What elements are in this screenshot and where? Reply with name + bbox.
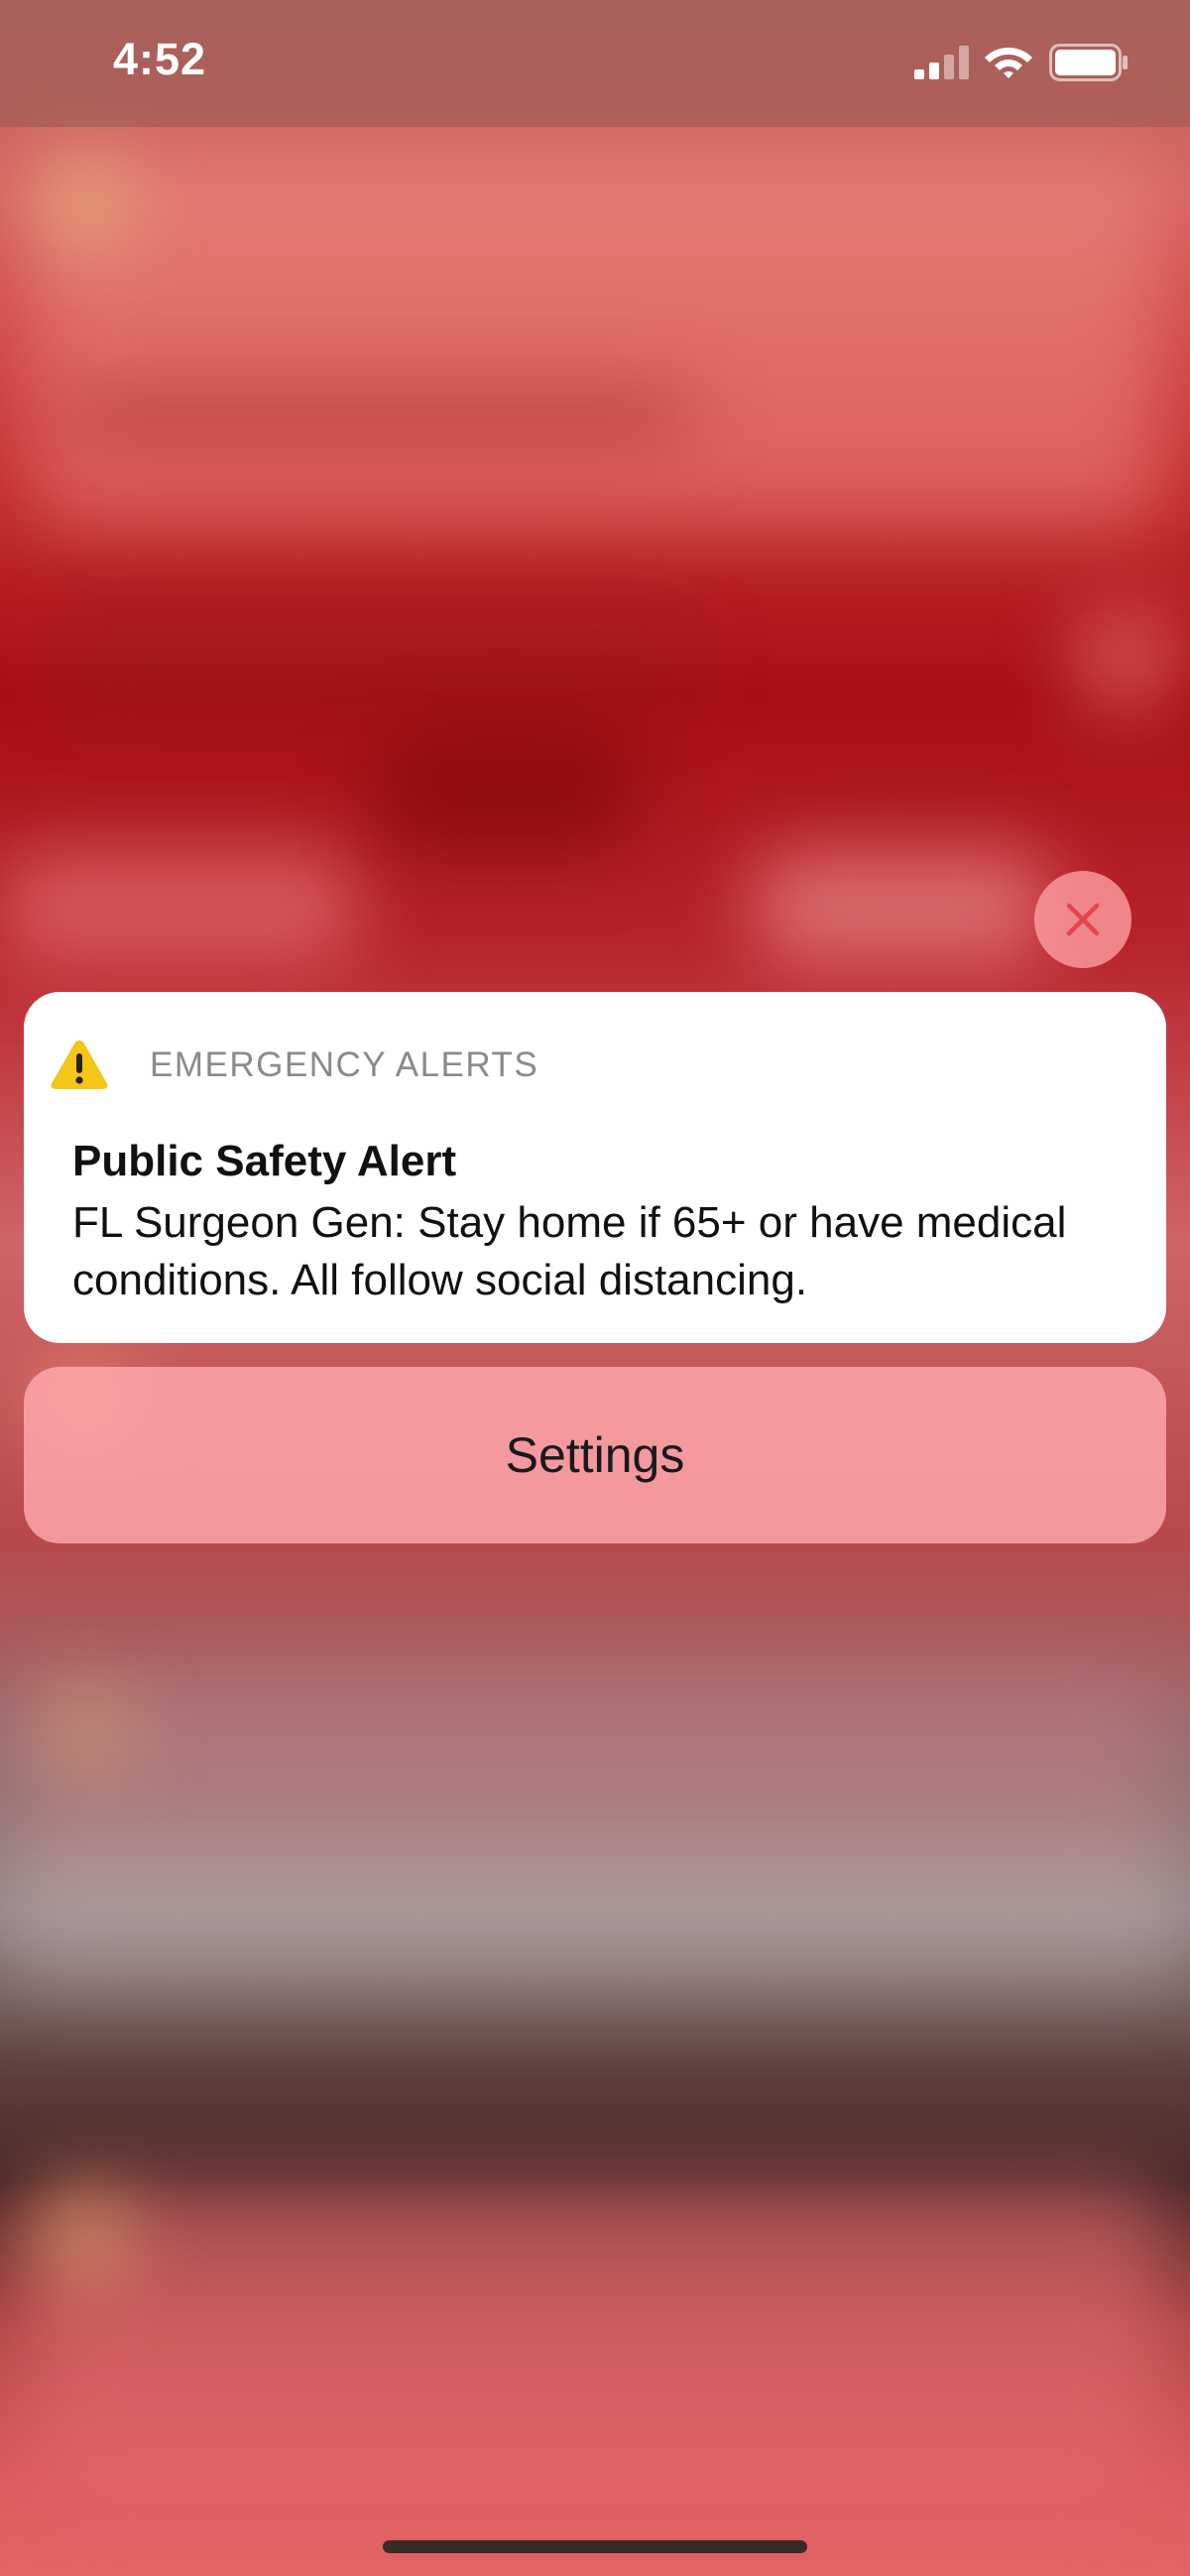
status-time: 4:52 — [113, 34, 207, 84]
battery-full-icon — [1049, 44, 1128, 81]
warning-icon — [51, 1041, 108, 1089]
alert-body: FL Surgeon Gen: Stay home if 65+ or have… — [72, 1198, 1067, 1304]
close-icon — [1066, 903, 1100, 936]
alert-category: EMERGENCY ALERTS — [150, 1045, 539, 1084]
emergency-alert-notification[interactable]: EMERGENCY ALERTS Public Safety Alert FL … — [24, 992, 1166, 1343]
cellular-signal-icon — [914, 46, 969, 79]
alert-title: Public Safety Alert — [72, 1137, 457, 1185]
close-button[interactable] — [1034, 871, 1131, 968]
home-indicator[interactable] — [383, 2540, 807, 2553]
status-bar: 4:52 — [0, 0, 1190, 127]
settings-label: Settings — [505, 1427, 685, 1483]
settings-button[interactable]: Settings — [24, 1367, 1166, 1543]
wifi-icon — [985, 48, 1032, 78]
